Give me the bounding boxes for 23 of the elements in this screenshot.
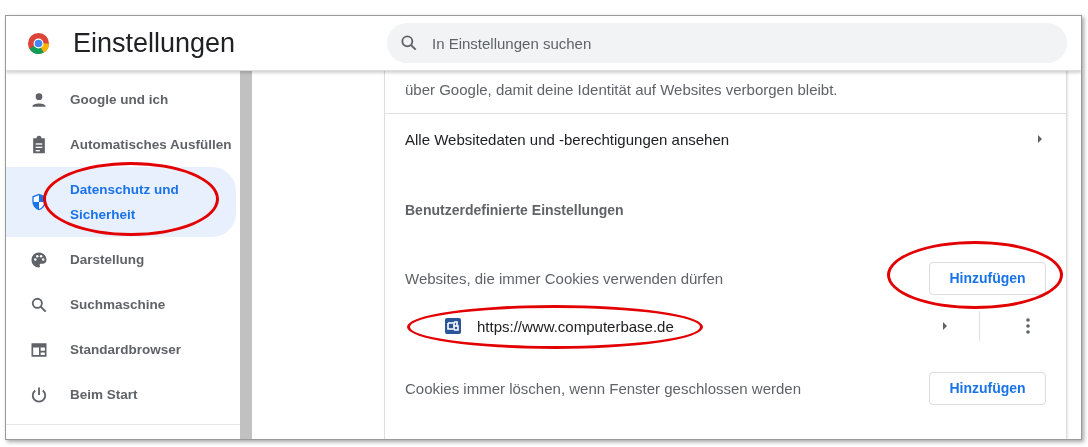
site-url[interactable]: https://www.computerbase.de [477, 317, 674, 335]
sidebar-item[interactable]: Beim Start [6, 372, 236, 417]
browser-logo-icon [27, 31, 50, 55]
add-button[interactable]: Hinzufügen [929, 371, 1046, 405]
sidebar-item[interactable]: Darstellung [6, 237, 236, 282]
page-title: Einstellungen [73, 27, 237, 59]
list-label: Websites, die immer Cookies verwenden dürfen [405, 269, 724, 287]
sidebar-item[interactable]: Automatisches Ausfüllen [6, 122, 236, 167]
search-field[interactable]: In Einstellungen suchen [387, 23, 1067, 63]
arrow-right-icon [1036, 134, 1044, 144]
sidebar-item[interactable]: Google und ich [6, 77, 236, 122]
settings-link-row[interactable]: Alle Websitedaten und -berechtigungen ansehen [385, 114, 1066, 164]
more-options-icon[interactable] [1025, 317, 1031, 335]
search-icon [399, 33, 419, 53]
site-favicon-icon [445, 318, 461, 334]
sidebar-item[interactable]: Suchmaschine [6, 282, 236, 327]
add-button[interactable]: Hinzufügen [929, 261, 1046, 295]
arrow-right-icon[interactable] [941, 321, 949, 331]
section-heading: Benutzerdefinierte Einstellungen [404, 201, 625, 220]
description-text: über Google, damit deine Identität auf Websites verborgen bleibt. [385, 71, 1066, 114]
list-label: Cookies immer löschen, wenn Fenster geschlossen werden [405, 379, 802, 397]
sidebar-item[interactable]: Standardbrowser [6, 327, 236, 372]
scrollbar[interactable] [240, 71, 252, 439]
